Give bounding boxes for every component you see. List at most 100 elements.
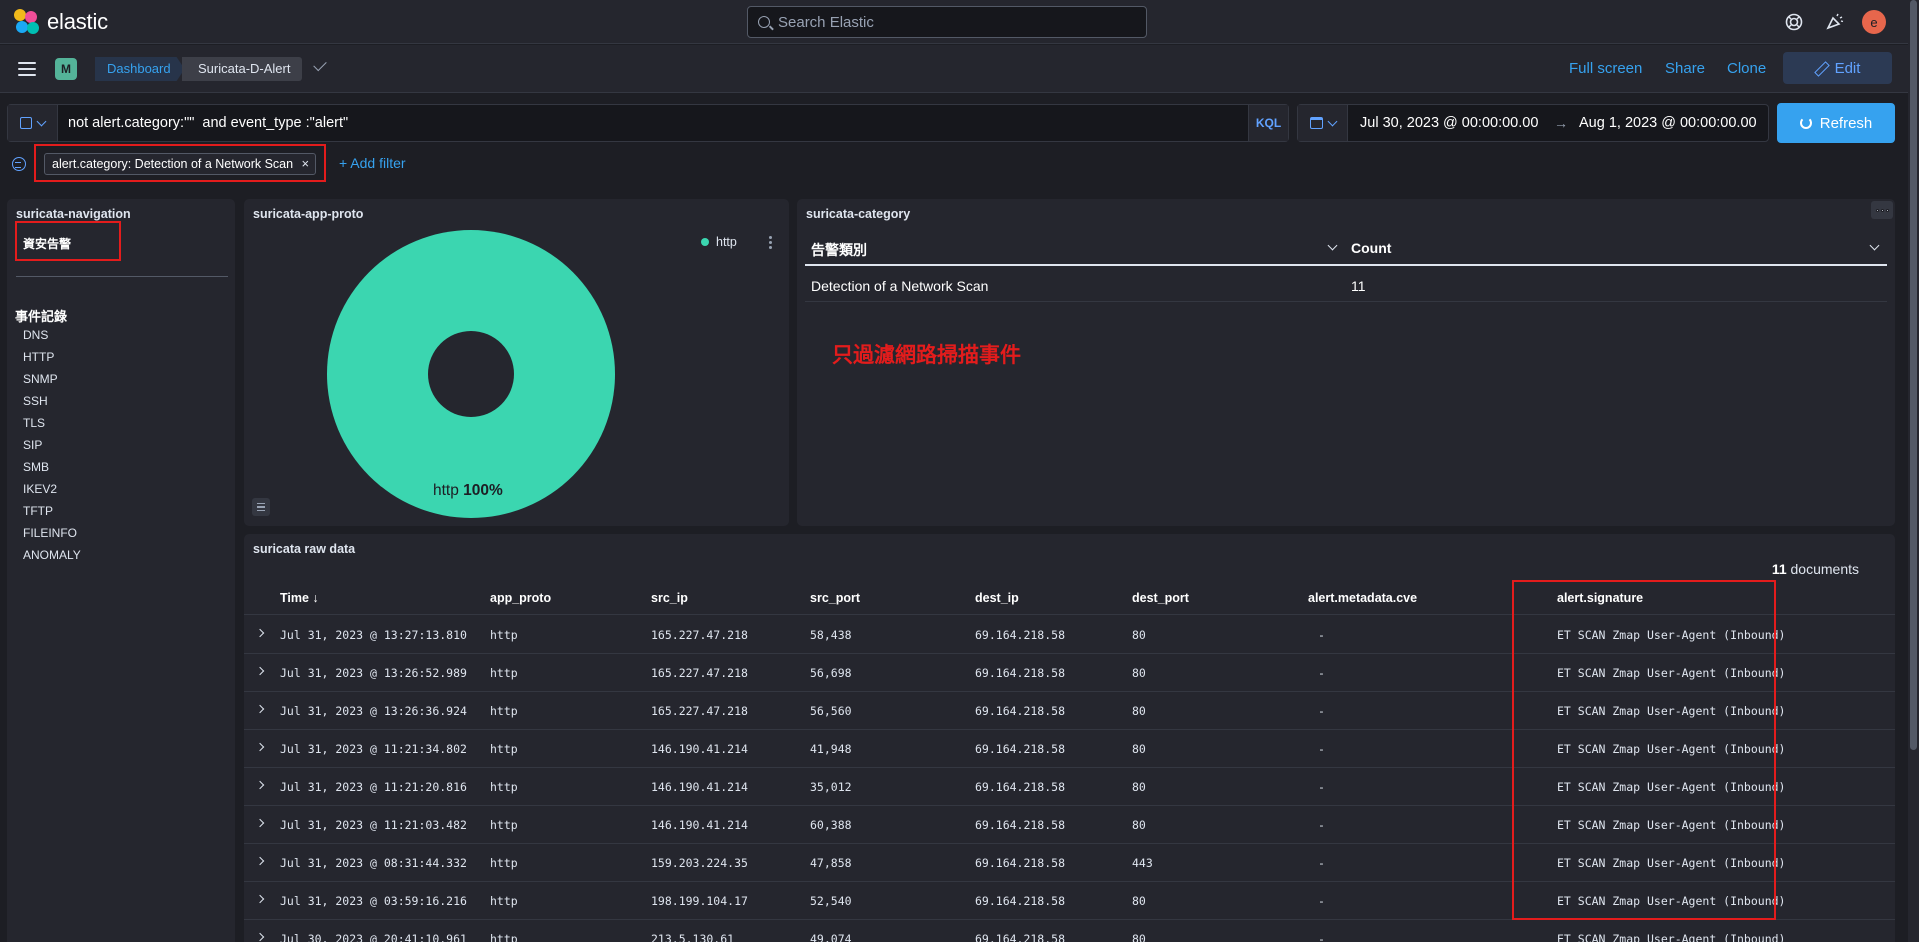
quick-select-button[interactable] (1298, 105, 1348, 141)
cell-cve: - (1318, 856, 1325, 870)
expand-icon[interactable] (255, 628, 265, 638)
cell-src-port: 35,012 (810, 780, 852, 794)
cell-dest-port: 443 (1132, 856, 1153, 870)
column-header-src-port[interactable]: src_port (810, 591, 860, 605)
table-row[interactable]: Jul 31, 2023 @ 11:21:20.816 http 146.190.4… (244, 768, 1895, 806)
cell-dest-port: 80 (1132, 742, 1146, 756)
clone-link[interactable]: Clone (1727, 60, 1766, 77)
space-avatar[interactable]: M (55, 58, 77, 80)
column-header-dest-port[interactable]: dest_port (1132, 591, 1189, 605)
table-row[interactable]: Jul 31, 2023 @ 11:21:03.482 http 146.190.4… (244, 806, 1895, 844)
column-header-time[interactable]: Time ↓ (280, 591, 319, 605)
page-scrollbar[interactable] (1908, 0, 1919, 942)
nav-item-ikev2[interactable]: IKEV2 (23, 481, 81, 503)
cell-dest-port: 80 (1132, 780, 1146, 794)
date-end[interactable]: Aug 1, 2023 @ 00:00:00.00 (1579, 115, 1757, 131)
full-screen-link[interactable]: Full screen (1569, 60, 1642, 77)
nav-alert-link[interactable]: 資安告警 (23, 235, 71, 252)
expand-icon[interactable] (255, 780, 265, 790)
legend-swatch (701, 238, 709, 246)
cell-src-port: 52,540 (810, 894, 852, 908)
search-icon (758, 16, 770, 28)
newsfeed-icon[interactable] (1825, 12, 1845, 32)
chevron-down-icon[interactable] (1869, 240, 1880, 251)
cell-app-proto: http (490, 818, 518, 832)
cell-src-ip: 213.5.130.61 (651, 932, 735, 942)
refresh-button[interactable]: Refresh (1777, 103, 1895, 143)
expand-icon[interactable] (255, 666, 265, 676)
chevron-down-icon[interactable] (1327, 240, 1338, 251)
column-header-cve[interactable]: alert.metadata.cve (1308, 591, 1417, 605)
expand-icon[interactable] (255, 704, 265, 714)
nav-item-sip[interactable]: SIP (23, 437, 81, 459)
nav-item-fileinfo[interactable]: FILEINFO (23, 525, 81, 547)
saved-query-button[interactable] (8, 105, 58, 141)
global-search[interactable] (747, 6, 1147, 38)
table-row[interactable]: Jul 31, 2023 @ 13:26:52.989 http 165.227.4… (244, 654, 1895, 692)
help-icon[interactable] (1784, 12, 1804, 32)
date-picker[interactable]: Jul 30, 2023 @ 00:00:00.00 → Aug 1, 2023… (1297, 104, 1769, 142)
kebab-icon[interactable] (769, 236, 772, 249)
table-row[interactable]: Jul 31, 2023 @ 03:59:16.216 http 198.199.1… (244, 882, 1895, 920)
edit-label: Edit (1834, 59, 1861, 77)
cell-dest-port: 80 (1132, 628, 1146, 642)
column-header-app-proto[interactable]: app_proto (490, 591, 551, 605)
cell-dest-ip: 69.164.218.58 (975, 628, 1066, 642)
elastic-logo[interactable]: elastic (14, 9, 108, 35)
table-row[interactable]: Jul 31, 2023 @ 13:27:13.810 http 165.227.4… (244, 616, 1895, 654)
expand-icon[interactable] (255, 856, 265, 866)
close-icon[interactable]: × (302, 154, 310, 174)
date-start[interactable]: Jul 30, 2023 @ 00:00:00.00 (1360, 115, 1538, 131)
nav-item-dns[interactable]: DNS (23, 327, 81, 349)
kql-toggle[interactable]: KQL (1248, 105, 1288, 141)
column-header-src-ip[interactable]: src_ip (651, 591, 688, 605)
expand-icon[interactable] (255, 894, 265, 904)
menu-icon[interactable] (18, 62, 36, 76)
navigation-panel: suricata-navigation 資安告警 事件記錄 DNS HTTP S… (7, 199, 235, 942)
user-avatar[interactable]: e (1862, 10, 1886, 34)
query-bar[interactable]: not alert.category:"" and event_type :"a… (7, 104, 1289, 142)
query-input[interactable]: not alert.category:"" and event_type :"a… (68, 115, 348, 131)
cell-dest-port: 80 (1132, 818, 1146, 832)
expand-icon[interactable] (255, 742, 265, 752)
cell-cve: - (1318, 666, 1325, 680)
nav-item-snmp[interactable]: SNMP (23, 371, 81, 393)
edit-button[interactable]: Edit (1783, 52, 1892, 84)
add-filter-link[interactable]: + Add filter (339, 155, 406, 171)
legend-toggle-icon[interactable] (252, 498, 270, 516)
table-row[interactable]: Jul 31, 2023 @ 08:31:44.332 http 159.203.2… (244, 844, 1895, 882)
nav-item-tftp[interactable]: TFTP (23, 503, 81, 525)
cell-dest-port: 80 (1132, 704, 1146, 718)
nav-list: DNS HTTP SNMP SSH TLS SIP SMB IKEV2 TFTP… (23, 327, 81, 569)
cell-cve: - (1318, 628, 1325, 642)
nav-item-ssh[interactable]: SSH (23, 393, 81, 415)
column-header-category[interactable]: 告警類別 (811, 240, 867, 260)
column-header-signature[interactable]: alert.signature (1557, 591, 1643, 605)
filter-icon[interactable] (12, 157, 26, 171)
nav-item-tls[interactable]: TLS (23, 415, 81, 437)
nav-item-anomaly[interactable]: ANOMALY (23, 547, 81, 569)
cell-dest-ip: 69.164.218.58 (975, 856, 1066, 870)
search-input[interactable] (778, 13, 1118, 31)
panel-options-icon[interactable] (1871, 201, 1893, 219)
column-header-dest-ip[interactable]: dest_ip (975, 591, 1019, 605)
table-row[interactable]: Detection of a Network Scan 11 (805, 268, 1887, 302)
share-link[interactable]: Share (1665, 60, 1705, 77)
slice-label: http 100% (433, 482, 503, 500)
table-row[interactable]: Jul 30, 2023 @ 20:41:10.961 http 213.5.130… (244, 920, 1895, 942)
cell-dest-port: 80 (1132, 932, 1146, 942)
breadcrumb-dashboard[interactable]: Dashboard (95, 57, 185, 81)
calendar-icon (1309, 117, 1323, 129)
elastic-logo-icon (14, 9, 40, 35)
expand-icon[interactable] (255, 932, 265, 942)
nav-item-http[interactable]: HTTP (23, 349, 81, 371)
scrollbar-thumb[interactable] (1910, 0, 1917, 750)
expand-icon[interactable] (255, 818, 265, 828)
nav-item-smb[interactable]: SMB (23, 459, 81, 481)
filter-pill[interactable]: alert.category: Detection of a Network S… (44, 153, 317, 175)
column-header-count[interactable]: Count (1351, 240, 1391, 256)
table-row[interactable]: Jul 31, 2023 @ 13:26:36.924 http 165.227.4… (244, 692, 1895, 730)
chart-legend[interactable]: http (701, 235, 737, 249)
cell-src-port: 49,074 (810, 932, 852, 942)
table-row[interactable]: Jul 31, 2023 @ 11:21:34.802 http 146.190.4… (244, 730, 1895, 768)
